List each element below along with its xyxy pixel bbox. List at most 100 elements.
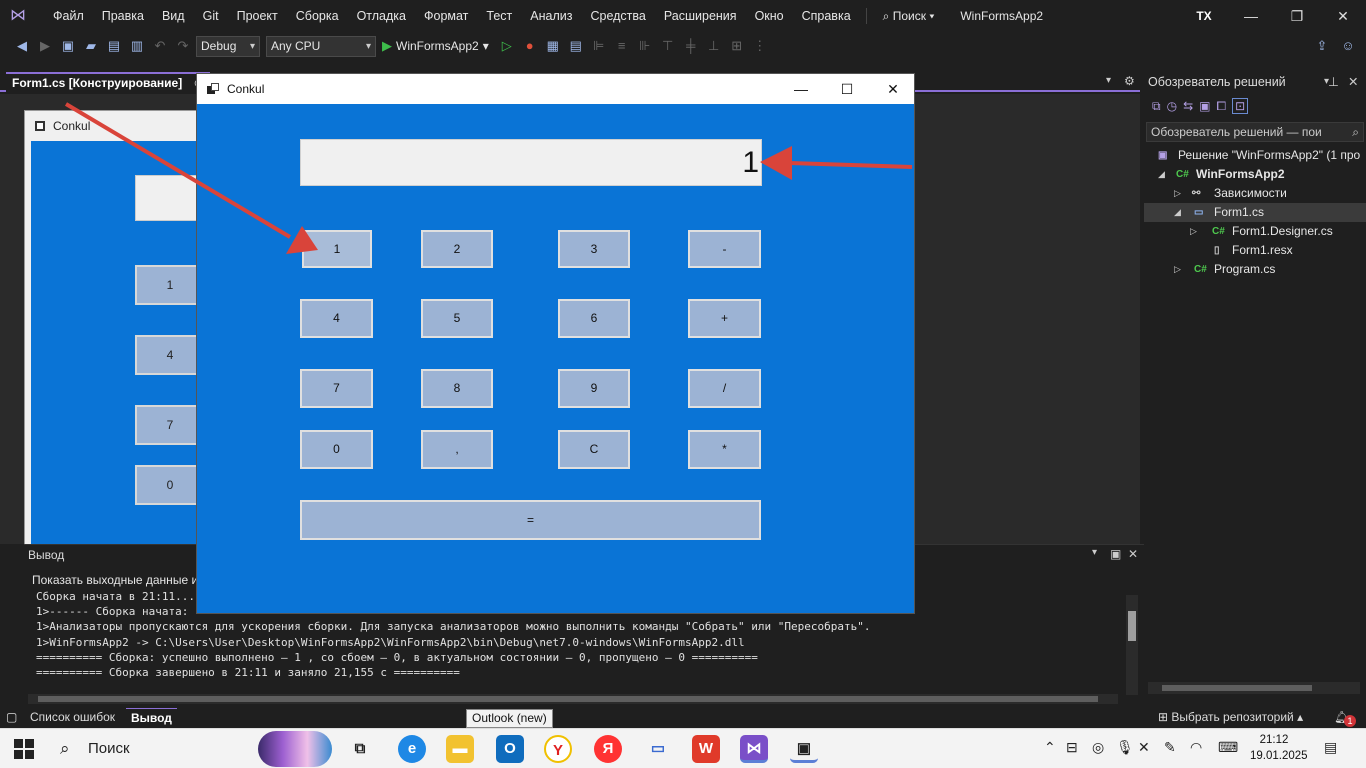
menu-edit[interactable]: Правка	[93, 9, 153, 23]
browse-icon[interactable]: ▦	[543, 36, 563, 56]
designer-button-4[interactable]: 4	[135, 335, 205, 375]
tray-microphone-icon[interactable]: 🎙︎	[1116, 739, 1134, 756]
tray-keyboard-icon[interactable]: ⌨	[1218, 739, 1238, 756]
calc-button-1[interactable]: 1	[302, 230, 372, 268]
new-item-icon[interactable]: ▣	[58, 36, 78, 56]
configuration-select[interactable]: Debug	[196, 35, 260, 57]
collapsed-arrow-icon[interactable]: ▷	[1190, 222, 1197, 241]
tray-wifi-icon[interactable]: ◠	[1190, 739, 1202, 756]
edge-icon[interactable]: e	[398, 735, 426, 763]
calc-button-5[interactable]: 5	[421, 299, 493, 338]
task-view-icon[interactable]: ⧉	[346, 735, 374, 763]
calc-button-minus[interactable]: -	[688, 230, 761, 268]
yandex-icon[interactable]: Я	[594, 735, 622, 763]
minimize-icon[interactable]: —	[1228, 0, 1274, 32]
visual-studio-logo-icon[interactable]: ⋈	[10, 7, 32, 25]
laptop-app-icon[interactable]: ▭	[644, 735, 672, 763]
tree-item-solution[interactable]: ▣ Решение "WinFormsApp2" (1 про	[1144, 146, 1366, 165]
align-left-icon[interactable]: ⊫	[589, 36, 609, 56]
calc-button-6[interactable]: 6	[558, 299, 630, 338]
menu-format[interactable]: Формат	[415, 9, 477, 23]
designer-display-textbox[interactable]	[135, 175, 205, 221]
tab-form1-design[interactable]: Form1.cs [Конструирование] ⊕	[6, 72, 210, 92]
visual-studio-taskbar-icon[interactable]: ⋈	[740, 735, 768, 763]
align-center-icon[interactable]: ≡	[612, 36, 632, 56]
collapsed-arrow-icon[interactable]: ▷	[1174, 260, 1181, 279]
menu-analyze[interactable]: Анализ	[521, 9, 581, 23]
menu-file[interactable]: Файл	[44, 9, 93, 23]
close-panel-icon[interactable]: ✕	[1348, 72, 1358, 92]
sync-icon[interactable]: ⇆	[1183, 99, 1193, 113]
tree-item-program[interactable]: ▷ C# Program.cs	[1144, 260, 1366, 279]
solution-hscrollbar[interactable]	[1148, 682, 1360, 694]
file-explorer-icon[interactable]: ▬	[446, 735, 474, 763]
solution-search-input[interactable]: Обозреватель решений — пои ⌕	[1146, 122, 1364, 142]
settings-gear-icon[interactable]: ⚙	[1124, 74, 1135, 88]
collapsed-arrow-icon[interactable]: ▷	[1174, 184, 1181, 203]
designer-button-7[interactable]: 7	[135, 405, 205, 445]
switch-view-icon[interactable]: ⧉	[1152, 99, 1161, 114]
running-app-taskbar-icon[interactable]: ▣	[790, 735, 818, 763]
align-middle-icon[interactable]: ╪	[681, 36, 701, 56]
menu-project[interactable]: Проект	[228, 9, 287, 23]
search-highlight-icon[interactable]	[258, 731, 332, 767]
menu-extensions[interactable]: Расширения	[655, 9, 746, 23]
app-minimize-icon[interactable]: —	[778, 74, 824, 104]
output-hscrollbar[interactable]	[28, 694, 1118, 704]
align-top-icon[interactable]: ⊤	[658, 36, 678, 56]
hot-reload-icon[interactable]: ●	[520, 36, 540, 56]
calc-button-equals[interactable]: =	[300, 500, 761, 540]
close-panel-icon[interactable]: ✕	[1128, 547, 1138, 561]
menu-git[interactable]: Git	[194, 9, 228, 23]
tree-item-project[interactable]: ◢ C# WinFormsApp2	[1144, 165, 1366, 184]
calc-button-3[interactable]: 3	[558, 230, 630, 268]
yandex-browser-icon[interactable]: Y	[544, 735, 572, 763]
save-icon[interactable]: ▤	[104, 36, 124, 56]
share-icon[interactable]: ⇪	[1312, 36, 1332, 56]
layout-icon[interactable]: ▤	[566, 36, 586, 56]
calc-button-plus[interactable]: +	[688, 299, 761, 338]
git-repo-button[interactable]: ⊞ Выбрать репозиторий ▴	[1158, 710, 1303, 724]
calc-button-7[interactable]: 7	[300, 369, 373, 408]
tree-item-form1-designer[interactable]: ▷ C# Form1.Designer.cs	[1144, 222, 1366, 241]
calc-button-clear[interactable]: C	[558, 430, 630, 469]
align-bottom-icon[interactable]: ⊥	[704, 36, 724, 56]
copy-icon[interactable]: ⧠	[1216, 99, 1226, 114]
undo-icon[interactable]: ↶	[150, 36, 170, 56]
tab-output[interactable]: Вывод	[126, 708, 177, 727]
designer-button-1[interactable]: 1	[135, 265, 205, 305]
tray-pen-icon[interactable]: ✎	[1164, 739, 1176, 756]
scroll-thumb[interactable]	[1162, 685, 1312, 691]
output-vscrollbar[interactable]	[1126, 595, 1138, 695]
calc-button-4[interactable]: 4	[300, 299, 373, 338]
wps-office-icon[interactable]: W	[692, 735, 720, 763]
app-close-icon[interactable]: ✕	[870, 74, 916, 104]
tab-error-list[interactable]: Список ошибок	[30, 710, 115, 724]
designer-form[interactable]: Conkul 1 4 7 0	[24, 110, 205, 550]
tree-item-dependencies[interactable]: ▷ ⚯ Зависимости	[1144, 184, 1366, 203]
redo-icon[interactable]: ↷	[173, 36, 193, 56]
calc-button-2[interactable]: 2	[421, 230, 493, 268]
menu-build[interactable]: Сборка	[287, 9, 348, 23]
tray-overflow-icon[interactable]: ⌃	[1044, 739, 1056, 756]
pin-icon[interactable]: ⊥	[1328, 72, 1339, 92]
history-icon[interactable]: ◷	[1167, 99, 1177, 113]
open-folder-icon[interactable]: ▰	[81, 36, 101, 56]
search-box[interactable]: ⌕ Поиск ▾	[873, 9, 945, 24]
platform-select[interactable]: Any CPU	[266, 35, 376, 57]
tray-mute-icon[interactable]: ✕	[1138, 739, 1150, 756]
menu-debug[interactable]: Отладка	[348, 9, 415, 23]
expanded-arrow-icon[interactable]: ◢	[1174, 203, 1181, 222]
outlook-icon[interactable]: O	[496, 735, 524, 763]
tree-item-form1[interactable]: ◢ ▭ Form1.cs	[1144, 203, 1366, 222]
calc-button-9[interactable]: 9	[558, 369, 630, 408]
menu-window[interactable]: Окно	[746, 9, 793, 23]
calc-button-comma[interactable]: ,	[421, 430, 493, 469]
calculator-display[interactable]: 1	[300, 139, 762, 186]
close-icon[interactable]: ✕	[1320, 0, 1366, 32]
feedback-icon[interactable]: ☺	[1338, 36, 1358, 56]
align-right-icon[interactable]: ⊪	[635, 36, 655, 56]
tray-network-adapter-icon[interactable]: ⊟	[1066, 739, 1078, 756]
back-icon[interactable]: ◀	[12, 36, 32, 56]
expanded-arrow-icon[interactable]: ◢	[1158, 165, 1165, 184]
